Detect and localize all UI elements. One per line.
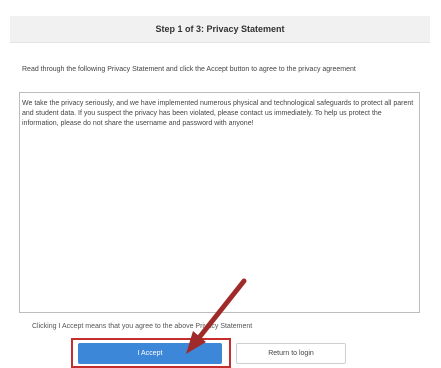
- privacy-statement-box[interactable]: We take the privacy seriously, and we ha…: [19, 92, 420, 313]
- return-to-login-button[interactable]: Return to login: [236, 343, 346, 364]
- accept-button[interactable]: I Accept: [78, 343, 222, 364]
- privacy-statement-page: Step 1 of 3: Privacy Statement Read thro…: [0, 0, 441, 368]
- accept-note: Clicking I Accept means that you agree t…: [32, 323, 253, 330]
- privacy-statement-text: We take the privacy seriously, and we ha…: [22, 100, 414, 127]
- step-title: Step 1 of 3: Privacy Statement: [155, 24, 285, 34]
- instructions-text: Read through the following Privacy State…: [22, 66, 356, 73]
- step-header: Step 1 of 3: Privacy Statement: [10, 16, 430, 43]
